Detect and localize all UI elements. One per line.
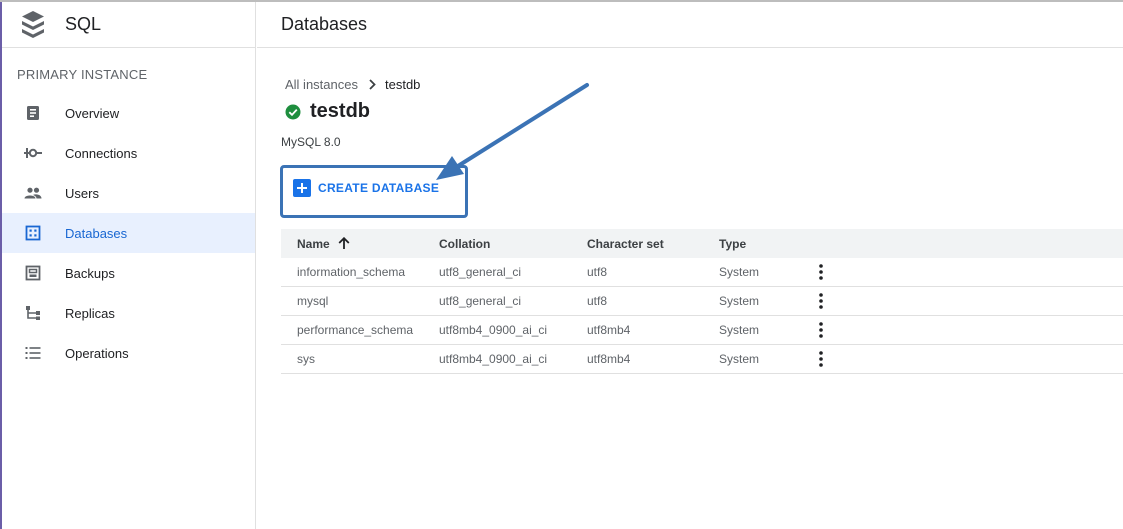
- users-icon: [24, 184, 42, 202]
- sql-stack-icon: [20, 9, 46, 41]
- cell-charset: utf8mb4: [587, 352, 631, 366]
- cell-collation: utf8mb4_0900_ai_ci: [439, 352, 548, 366]
- sidebar-item-label: Overview: [65, 105, 120, 121]
- create-database-button[interactable]: CREATE DATABASE: [293, 179, 439, 197]
- instance-title: testdb: [285, 100, 370, 123]
- more-vert-icon[interactable]: [811, 264, 831, 280]
- cell-type: System: [719, 323, 760, 337]
- cell-collation: utf8mb4_0900_ai_ci: [439, 323, 548, 337]
- table-row: information_schema utf8_general_ci utf8 …: [281, 258, 1123, 287]
- table-row: sys utf8mb4_0900_ai_ci utf8mb4 System: [281, 345, 1123, 374]
- brand-title: SQL: [65, 14, 102, 34]
- column-header-type: Type: [719, 236, 747, 251]
- table-row: performance_schema utf8mb4_0900_ai_ci ut…: [281, 316, 1123, 345]
- sidebar-item-label: Backups: [65, 265, 115, 281]
- sidebar-item-operations[interactable]: Operations: [2, 333, 255, 373]
- cell-charset: utf8: [587, 265, 608, 279]
- instance-version: MySQL 8.0: [281, 135, 341, 149]
- overview-icon: [24, 104, 42, 122]
- page-header: Databases: [257, 2, 1123, 48]
- main-content: All instances testdb testdb MySQL 8.0 CR…: [257, 48, 1123, 529]
- cell-type: System: [719, 294, 760, 308]
- sidebar-item-overview[interactable]: Overview: [2, 93, 255, 133]
- cell-collation: utf8_general_ci: [439, 294, 522, 308]
- table-header: Name Collation Character set Type: [281, 229, 1123, 258]
- instance-name: testdb: [310, 100, 370, 122]
- sidebar: SQL PRIMARY INSTANCE Overview Connection…: [2, 2, 256, 529]
- sidebar-item-label: Databases: [65, 225, 128, 241]
- sidebar-item-backups[interactable]: Backups: [2, 253, 255, 293]
- more-vert-icon[interactable]: [811, 293, 831, 309]
- breadcrumb-current: testdb: [384, 77, 421, 92]
- breadcrumb-all-instances[interactable]: All instances: [285, 77, 358, 92]
- chevron-right-icon: [369, 79, 376, 90]
- table-row: mysql utf8_general_ci utf8 System: [281, 287, 1123, 316]
- cell-name: performance_schema: [297, 323, 414, 337]
- replicas-icon: [24, 304, 42, 322]
- cell-name: information_schema: [297, 265, 406, 279]
- breadcrumb: All instances testdb: [285, 77, 420, 92]
- page-title: Databases: [281, 14, 368, 34]
- brand-bar: SQL: [2, 2, 255, 48]
- column-header-name[interactable]: Name: [281, 237, 439, 251]
- databases-table: Name Collation Character set Type inform…: [281, 229, 1123, 374]
- connections-icon: [24, 144, 42, 162]
- section-label: PRIMARY INSTANCE: [17, 67, 148, 82]
- sidebar-item-replicas[interactable]: Replicas: [2, 293, 255, 333]
- operations-icon: [24, 344, 42, 362]
- check-circle-icon: [285, 104, 301, 120]
- cell-name: mysql: [297, 294, 329, 308]
- sidebar-item-connections[interactable]: Connections: [2, 133, 255, 173]
- sidebar-item-label: Operations: [65, 345, 129, 361]
- column-header-charset: Character set: [587, 236, 664, 251]
- column-header-collation: Collation: [439, 236, 491, 251]
- plus-icon: [293, 179, 311, 197]
- create-database-label: CREATE DATABASE: [318, 181, 440, 195]
- cell-collation: utf8_general_ci: [439, 265, 522, 279]
- more-vert-icon[interactable]: [811, 351, 831, 367]
- sidebar-item-label: Replicas: [65, 305, 115, 321]
- cell-charset: utf8mb4: [587, 323, 631, 337]
- arrow-up-icon: [338, 237, 350, 250]
- sidebar-item-databases[interactable]: Databases: [2, 213, 255, 253]
- sidebar-item-users[interactable]: Users: [2, 173, 255, 213]
- cell-type: System: [719, 352, 760, 366]
- backups-icon: [24, 264, 42, 282]
- more-vert-icon[interactable]: [811, 322, 831, 338]
- sidebar-item-label: Connections: [65, 145, 138, 161]
- databases-icon: [24, 224, 42, 242]
- sidebar-item-label: Users: [65, 185, 99, 201]
- cell-name: sys: [297, 352, 315, 366]
- cell-type: System: [719, 265, 760, 279]
- cell-charset: utf8: [587, 294, 608, 308]
